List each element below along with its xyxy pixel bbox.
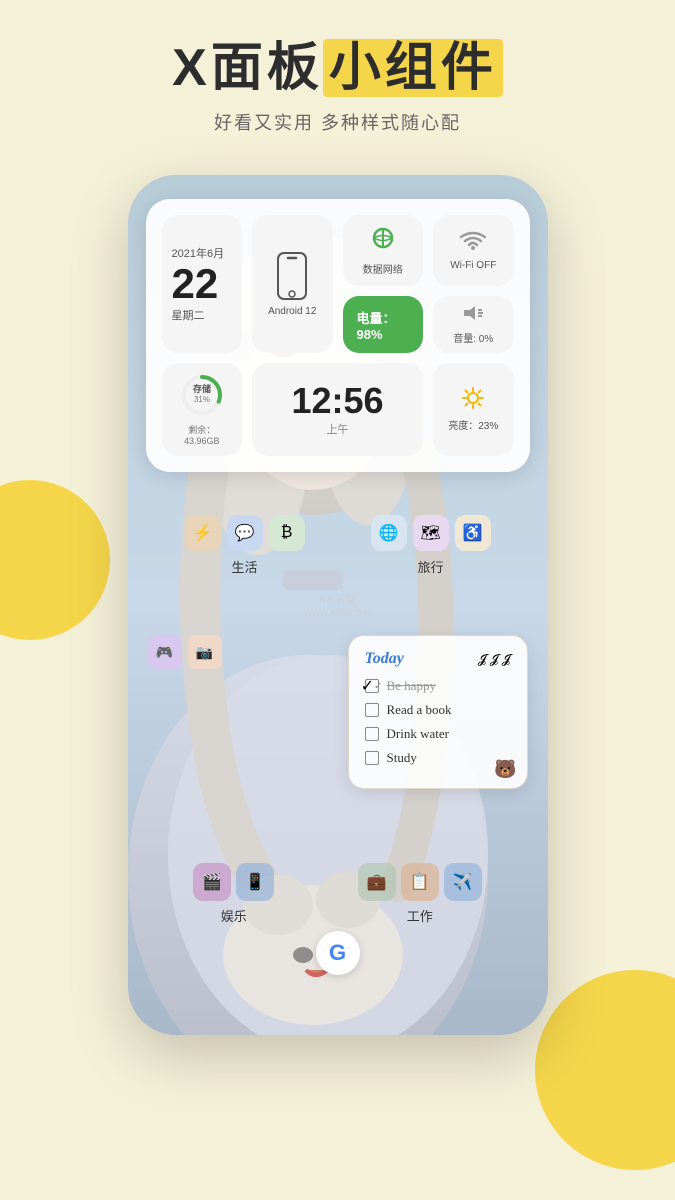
cell-clock[interactable]: 12:56 上午 — [252, 363, 423, 456]
work-icons: 💼 📋 ✈️ — [358, 863, 482, 901]
volume-icon — [462, 304, 484, 327]
mid-icon-1[interactable]: 🎮 — [148, 635, 182, 669]
android-phone-icon — [276, 251, 308, 303]
app-label-entertainment: 娱乐 — [221, 906, 247, 925]
app-group-work: 💼 📋 ✈️ 工作 — [358, 863, 482, 925]
title-highlight: 小组件 — [323, 39, 503, 97]
storage-remaining: 剩余：43.96GB — [172, 423, 233, 446]
app-icon-6[interactable]: ♿ — [455, 515, 491, 551]
todo-checkbox-4[interactable] — [365, 751, 379, 765]
battery-text: 电量：98% — [357, 308, 410, 342]
app-group-entertainment: 🎬 📱 娱乐 — [193, 863, 274, 925]
todo-bear-icon: 🐻 — [494, 759, 516, 780]
app-group-life: ⚡ 💬 ₿ 生活 — [185, 515, 305, 576]
app-icon-2[interactable]: 💬 — [227, 515, 263, 551]
todo-dec-1: 𝓙 — [478, 651, 487, 667]
todo-checkbox-1[interactable]: ✓ — [365, 679, 379, 693]
app-icon-4[interactable]: 🌐 — [371, 515, 407, 551]
todo-checkbox-3[interactable] — [365, 727, 379, 741]
todo-text-3: Drink water — [387, 726, 449, 742]
app-icon-3[interactable]: ₿ — [269, 515, 305, 551]
cell-brightness[interactable]: 亮度：23% — [433, 363, 514, 456]
volume-label: 音量: 0% — [453, 330, 493, 345]
mid-icon-2[interactable]: 📷 — [188, 635, 222, 669]
date-weekday: 星期二 — [172, 307, 205, 323]
subtitle: 好看又实用 多种样式随心配 — [30, 109, 645, 135]
app-label-work: 工作 — [407, 906, 433, 925]
clock-time: 12:56 — [291, 383, 383, 419]
cell-battery[interactable]: 电量：98% — [343, 296, 424, 353]
network-label: 数据网络 — [363, 261, 403, 276]
app-icons-life: ⚡ 💬 ₿ — [185, 515, 305, 551]
app-icon-work-3[interactable]: ✈️ — [444, 863, 482, 901]
entertainment-icons: 🎬 📱 — [193, 863, 274, 901]
app-icons-travel: 🌐 🗺 ♿ — [371, 515, 491, 551]
app-icon-work-2[interactable]: 📋 — [401, 863, 439, 901]
date-day: 22 — [172, 263, 219, 305]
brightness-label: 亮度：23% — [448, 417, 498, 432]
todo-item-1[interactable]: ✓ Be happy — [365, 678, 511, 694]
cell-date[interactable]: 2021年6月 22 星期二 — [162, 215, 243, 353]
phone-mockup: KK下载 www.kkkk.net 2021年6月 22 星期二 — [128, 175, 548, 1035]
todo-item-2[interactable]: Read a book — [365, 702, 511, 718]
app-group-travel: 🌐 🗺 ♿ 旅行 — [371, 515, 491, 576]
google-icon[interactable]: G — [316, 931, 360, 975]
header: X面板小组件 好看又实用 多种样式随心配 — [0, 0, 675, 155]
todo-text-1: Be happy — [387, 678, 436, 694]
todo-text-4: Study — [387, 750, 417, 766]
wifi-label: Wi-Fi OFF — [450, 260, 496, 271]
todo-dec-3: 𝓙 — [502, 651, 511, 667]
cell-volume[interactable]: 音量: 0% — [433, 296, 514, 353]
todo-checkbox-2[interactable] — [365, 703, 379, 717]
todo-dec-2: 𝓙 — [490, 651, 499, 667]
network-icon — [370, 225, 396, 257]
app-label-life: 生活 — [231, 557, 257, 576]
app-row-1: ⚡ 💬 ₿ 生活 🌐 🗺 ♿ 旅行 — [152, 515, 524, 576]
todo-item-4[interactable]: Study — [365, 750, 511, 766]
todo-title: Today — [365, 650, 404, 668]
main-title: X面板小组件 — [172, 40, 503, 97]
widget-card: 2021年6月 22 星期二 数据网络 — [146, 199, 530, 472]
cell-storage[interactable]: 存储 31% 剩余：43.96GB — [162, 363, 243, 456]
phone-area: KK下载 www.kkkk.net 2021年6月 22 星期二 — [0, 175, 675, 1035]
todo-item-3[interactable]: Drink water — [365, 726, 511, 742]
todo-widget: Today 𝓙 𝓙 𝓙 ✓ Be happy Read a book — [348, 635, 528, 789]
clock-ampm: 上午 — [327, 421, 349, 437]
mid-icons-row: 🎮 📷 — [148, 635, 222, 669]
title-prefix: X面板 — [172, 39, 323, 97]
svg-text:31%: 31% — [194, 395, 210, 404]
app-icon-ent-2[interactable]: 📱 — [236, 863, 274, 901]
todo-header: Today 𝓙 𝓙 𝓙 — [365, 650, 511, 668]
google-label: G — [329, 940, 346, 966]
wifi-icon — [460, 230, 486, 256]
app-label-travel: 旅行 — [417, 557, 443, 576]
android-label: Android 12 — [268, 306, 316, 317]
svg-text:存储: 存储 — [193, 383, 211, 394]
cell-network[interactable]: 数据网络 — [343, 215, 424, 286]
bottom-app-row: 🎬 📱 娱乐 💼 📋 ✈️ 工作 — [152, 863, 524, 925]
cell-wifi[interactable]: Wi-Fi OFF — [433, 215, 514, 286]
cell-android[interactable]: Android 12 — [252, 215, 333, 353]
date-year-month: 2021年6月 — [172, 245, 225, 261]
storage-ring: 存储 31% — [180, 373, 224, 417]
todo-decorations: 𝓙 𝓙 𝓙 — [478, 651, 511, 667]
app-icon-5[interactable]: 🗺 — [413, 515, 449, 551]
app-icon-ent-1[interactable]: 🎬 — [193, 863, 231, 901]
bottom-google[interactable]: G — [316, 931, 360, 975]
app-icon-work-1[interactable]: 💼 — [358, 863, 396, 901]
brightness-icon — [462, 387, 484, 414]
widget-grid: 2021年6月 22 星期二 数据网络 — [162, 215, 514, 456]
todo-text-2: Read a book — [387, 702, 452, 718]
app-icon-1[interactable]: ⚡ — [185, 515, 221, 551]
